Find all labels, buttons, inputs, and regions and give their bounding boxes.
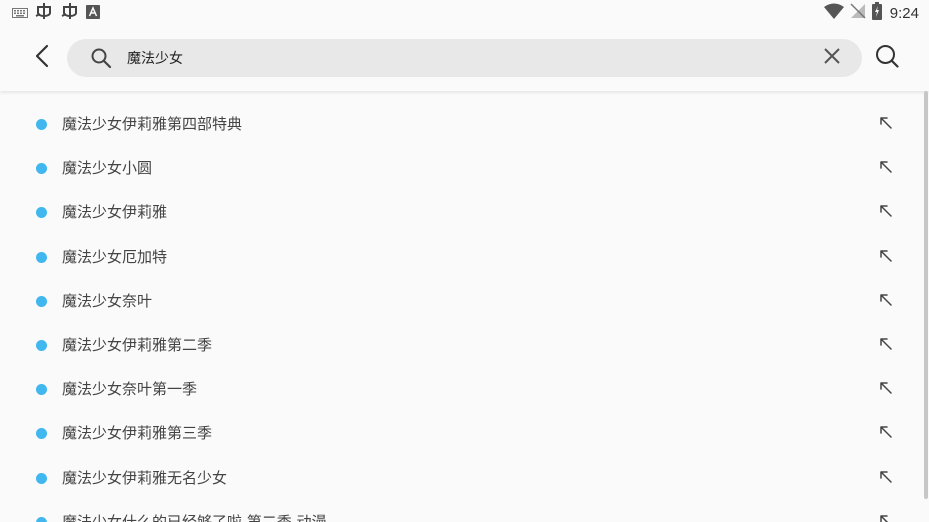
search-icon	[875, 44, 899, 72]
battery-charging-icon	[871, 2, 882, 24]
search-icon	[90, 47, 112, 69]
suggestion-label: 魔法少女伊莉雅第二季	[62, 335, 213, 354]
list-item[interactable]: 魔法少女奈叶	[0, 279, 920, 323]
status-bar-right: 9:24	[823, 2, 919, 24]
bullet-dot	[36, 119, 47, 130]
bullet-dot	[36, 163, 47, 175]
bullet-dot	[36, 295, 47, 307]
arrow-up-left-icon[interactable]	[878, 159, 894, 175]
suggestion-label: 魔法少女伊莉雅	[62, 203, 168, 222]
bullet-dot	[36, 516, 47, 522]
suggestion-label: 魔法少女奈叶	[62, 291, 153, 310]
bullet-dot	[36, 339, 47, 351]
close-icon	[823, 47, 841, 69]
keyboard-icon	[12, 4, 28, 23]
status-bar-time: 9:24	[889, 4, 919, 22]
search-header	[0, 26, 929, 91]
arrow-up-left-icon[interactable]	[878, 292, 894, 308]
list-item[interactable]: 魔法少女伊莉雅第三季	[0, 411, 920, 455]
list-item[interactable]: 魔法少女伊莉雅无名少女	[0, 456, 920, 500]
bullet-dot	[36, 472, 47, 484]
no-signal-icon	[850, 3, 866, 23]
search-input[interactable]	[127, 45, 767, 71]
bullet-dot	[36, 428, 47, 440]
wifi-icon	[823, 3, 844, 23]
list-item[interactable]: 魔法少女小圆	[0, 146, 920, 190]
suggestion-label: 魔法少女小圆	[62, 159, 153, 178]
arrow-up-left-icon[interactable]	[878, 336, 894, 352]
arrow-up-left-icon[interactable]	[878, 380, 894, 396]
arrow-up-left-icon[interactable]	[878, 248, 894, 264]
list-item[interactable]: 魔法少女伊莉雅	[0, 190, 920, 234]
list-item[interactable]: 魔法少女厄加特	[0, 235, 920, 279]
arrow-up-left-icon[interactable]	[878, 513, 894, 522]
suggestion-label: 魔法少女厄加特	[62, 247, 168, 266]
back-button[interactable]	[28, 43, 56, 73]
suggestion-label: 魔法少女伊莉雅第四部特典	[62, 115, 243, 133]
bug-icon	[60, 1, 80, 25]
list-item[interactable]: 魔法少女奈叶第一季	[0, 367, 920, 411]
search-button[interactable]	[874, 45, 900, 71]
arrow-up-left-icon[interactable]	[878, 424, 894, 440]
clear-search-button[interactable]	[821, 47, 843, 69]
scrollbar[interactable]	[924, 91, 928, 499]
list-item[interactable]: 魔法少女什么的已经够了啦 第二季 动漫	[0, 500, 920, 522]
suggestion-label: 魔法少女什么的已经够了啦 第二季 动漫	[62, 512, 327, 522]
suggestion-label: 魔法少女奈叶第一季	[62, 380, 198, 399]
bullet-dot	[36, 251, 47, 263]
status-bar: 9:24	[0, 0, 929, 26]
back-arrow-icon	[34, 44, 50, 72]
suggestion-label: 魔法少女伊莉雅无名少女	[62, 468, 228, 487]
suggestion-list: 魔法少女伊莉雅第四部特典 魔法少女小圆 魔法少女伊莉雅 魔法少女厄加特 魔法少女…	[0, 102, 920, 522]
status-bar-left	[12, 2, 100, 24]
arrow-up-left-icon[interactable]	[878, 469, 894, 485]
arrow-up-left-icon[interactable]	[878, 115, 894, 131]
arrow-up-left-icon[interactable]	[878, 203, 894, 219]
list-item[interactable]: 魔法少女伊莉雅第二季	[0, 323, 920, 367]
bullet-dot	[36, 384, 47, 396]
suggestion-label: 魔法少女伊莉雅第三季	[62, 424, 213, 443]
bullet-dot	[36, 207, 47, 219]
a-box-icon	[86, 4, 100, 23]
bug-icon	[34, 1, 54, 25]
search-box[interactable]	[67, 39, 862, 77]
list-item[interactable]: 魔法少女伊莉雅第四部特典	[0, 102, 920, 146]
